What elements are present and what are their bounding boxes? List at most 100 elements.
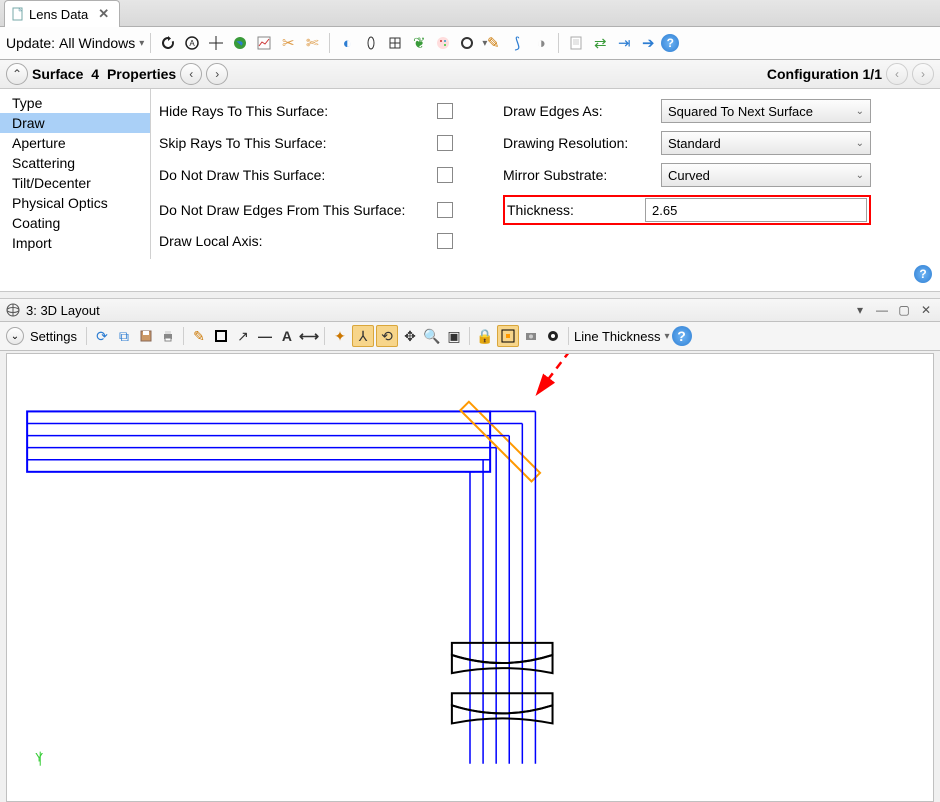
drawing-resolution-dropdown[interactable]: Standard ⌄ — [661, 131, 871, 155]
skip-rays-label: Skip Rays To This Surface: — [159, 135, 429, 151]
hide-rays-label: Hide Rays To This Surface: — [159, 103, 429, 119]
merge-icon[interactable]: ⇥ — [613, 32, 635, 54]
print-icon[interactable] — [158, 326, 178, 346]
chart-icon[interactable] — [253, 32, 275, 54]
sidebar-item-draw[interactable]: Draw — [0, 113, 150, 133]
update-label: Update: — [6, 35, 55, 51]
camera-icon[interactable] — [521, 326, 541, 346]
toggle-icon[interactable]: ◑ — [530, 32, 552, 54]
zoom-icon[interactable]: 🔍 — [422, 326, 442, 346]
thickness-highlight: Thickness: 2.65 — [503, 195, 871, 225]
refresh-icon[interactable]: ⟳ — [92, 326, 112, 346]
target-icon[interactable] — [543, 326, 563, 346]
globe-icon[interactable] — [229, 32, 251, 54]
thickness-label: Thickness: — [507, 202, 637, 218]
arc-icon[interactable]: ⟆ — [506, 32, 528, 54]
skip-rays-checkbox[interactable] — [437, 135, 453, 151]
hide-rays-checkbox[interactable] — [437, 103, 453, 119]
grid-icon[interactable] — [384, 32, 406, 54]
sidebar-item-tilt-decenter[interactable]: Tilt/Decenter — [0, 173, 150, 193]
collapse-button[interactable]: ⌃ — [6, 63, 28, 85]
brush-icon[interactable]: ✎ — [482, 32, 504, 54]
surface-icon[interactable] — [360, 32, 382, 54]
line-icon[interactable]: — — [255, 326, 275, 346]
layout-canvas[interactable]: Y — [6, 353, 934, 802]
thickness-input[interactable]: 2.65 — [645, 198, 867, 222]
leaf-icon[interactable]: ❦ — [408, 32, 430, 54]
prev-config-button[interactable]: ‹ — [886, 63, 908, 85]
axes-icon[interactable]: ✦ — [330, 326, 350, 346]
maximize-icon[interactable]: ▢ — [896, 302, 912, 318]
layout-panel: 3: 3D Layout ▾ — ▢ ✕ ⌄ Settings ⟳ ⧉ ✎ ↗ — [0, 298, 940, 802]
lock-icon[interactable]: 🔒 — [475, 326, 495, 346]
copy-icon[interactable]: ⧉ — [114, 326, 134, 346]
next-surface-button[interactable]: › — [206, 63, 228, 85]
svg-text:A: A — [190, 39, 196, 48]
svg-text:Y: Y — [35, 751, 43, 765]
mirror-substrate-label: Mirror Substrate: — [503, 167, 653, 183]
arrow-right-icon[interactable]: ➔ — [637, 32, 659, 54]
config-label: Configuration 1/1 — [767, 66, 882, 82]
help-icon[interactable]: ? — [914, 265, 932, 283]
grid-center-icon[interactable] — [497, 325, 519, 347]
drawing-resolution-label: Drawing Resolution: — [503, 135, 653, 151]
dropdown-icon[interactable]: ▾ — [852, 302, 868, 318]
help-icon[interactable]: ? — [661, 34, 679, 52]
draw-local-axis-label: Draw Local Axis: — [159, 233, 429, 249]
save-icon[interactable] — [136, 326, 156, 346]
optical-layout: Y — [7, 354, 933, 801]
minimize-icon[interactable]: — — [874, 302, 890, 318]
move-icon[interactable]: ✥ — [400, 326, 420, 346]
refresh-icon[interactable] — [157, 32, 179, 54]
layout3d-icon — [6, 303, 20, 317]
mirror-substrate-dropdown[interactable]: Curved ⌄ — [661, 163, 871, 187]
do-not-draw-edges-label: Do Not Draw Edges From This Surface: — [159, 202, 429, 218]
axes-y-icon[interactable]: ⅄ — [352, 325, 374, 347]
form-area: Hide Rays To This Surface: Draw Edges As… — [151, 89, 940, 259]
dimension-icon[interactable]: ⟷ — [299, 326, 319, 346]
crosshair-icon[interactable] — [205, 32, 227, 54]
line-thickness-dropdown[interactable]: Line Thickness — [574, 329, 670, 344]
tab-bar: Lens Data ✕ — [0, 0, 940, 27]
do-not-draw-label: Do Not Draw This Surface: — [159, 167, 429, 183]
settings-expand-icon[interactable]: ⌄ — [6, 327, 24, 345]
ring-icon[interactable] — [456, 32, 478, 54]
layout-toolbar: ⌄ Settings ⟳ ⧉ ✎ ↗ — A ⟷ ✦ ⅄ ⟲ ✥ — [0, 322, 940, 351]
draw-edges-as-dropdown[interactable]: Squared To Next Surface ⌄ — [661, 99, 871, 123]
do-not-draw-checkbox[interactable] — [437, 167, 453, 183]
document-icon[interactable] — [565, 32, 587, 54]
close-icon[interactable]: ✕ — [918, 302, 934, 318]
draw-edges-as-label: Draw Edges As: — [503, 103, 653, 119]
sidebar-item-physical-optics[interactable]: Physical Optics — [0, 193, 150, 213]
text-icon[interactable]: A — [277, 326, 297, 346]
lens-icon[interactable]: ◐ — [336, 32, 358, 54]
sidebar-item-aperture[interactable]: Aperture — [0, 133, 150, 153]
prev-surface-button[interactable]: ‹ — [180, 63, 202, 85]
fit-icon[interactable]: ▣ — [444, 326, 464, 346]
pencil-icon[interactable]: ✎ — [189, 326, 209, 346]
chevron-down-icon: ⌄ — [856, 138, 864, 149]
document-icon — [11, 7, 25, 21]
rotate-icon[interactable]: ⟲ — [376, 325, 398, 347]
palette-icon[interactable] — [432, 32, 454, 54]
next-config-button[interactable]: › — [912, 63, 934, 85]
swap-icon[interactable]: ⇄ — [589, 32, 611, 54]
update-dropdown[interactable]: All Windows — [59, 35, 144, 51]
section-header: ⌃ Surface 4 Properties ‹ › Configuration… — [0, 60, 940, 89]
scissors2-icon[interactable]: ✄ — [301, 32, 323, 54]
square-icon[interactable] — [211, 326, 231, 346]
settings-label[interactable]: Settings — [30, 329, 77, 344]
refresh-all-icon[interactable]: A — [181, 32, 203, 54]
sidebar-item-scattering[interactable]: Scattering — [0, 153, 150, 173]
help-icon[interactable]: ? — [672, 326, 692, 346]
arrow-icon[interactable]: ↗ — [233, 326, 253, 346]
sidebar-item-type[interactable]: Type — [0, 93, 150, 113]
layout-title: 3: 3D Layout — [26, 303, 100, 318]
do-not-draw-edges-checkbox[interactable] — [437, 202, 453, 218]
scissors-icon[interactable]: ✂ — [277, 32, 299, 54]
tab-lens-data[interactable]: Lens Data ✕ — [4, 0, 120, 27]
close-icon[interactable]: ✕ — [98, 6, 109, 22]
sidebar-item-import[interactable]: Import — [0, 233, 150, 253]
draw-local-axis-checkbox[interactable] — [437, 233, 453, 249]
sidebar-item-coating[interactable]: Coating — [0, 213, 150, 233]
